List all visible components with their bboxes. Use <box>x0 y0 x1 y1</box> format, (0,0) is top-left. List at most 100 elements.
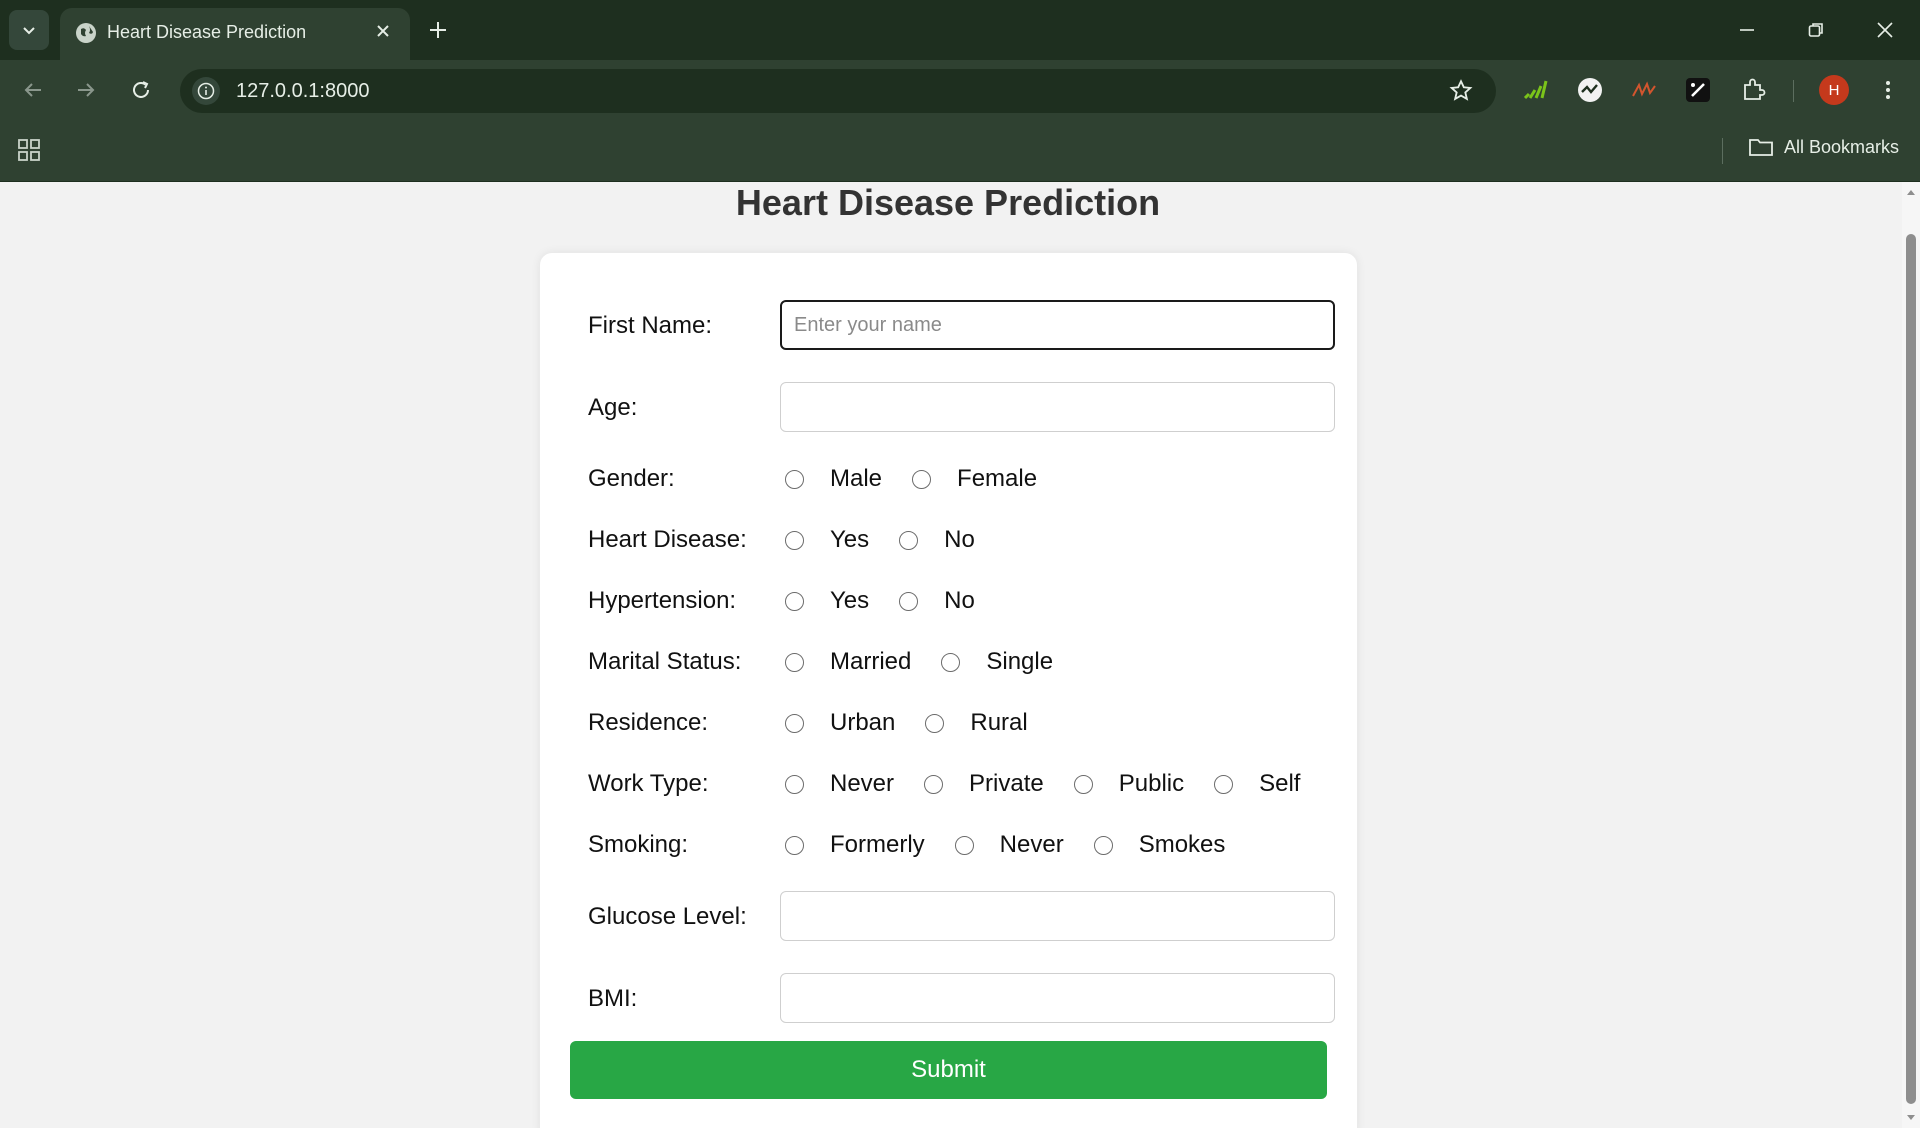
submit-button[interactable]: Submit <box>570 1041 1327 1099</box>
glucose-level-input[interactable] <box>780 891 1335 941</box>
tab-search-button[interactable] <box>9 10 49 50</box>
extension-wave-button[interactable] <box>1628 74 1660 106</box>
extension-chart-button[interactable] <box>1519 74 1551 106</box>
forward-button[interactable] <box>70 74 102 106</box>
toolbar-divider <box>1793 80 1794 102</box>
page-title: Heart Disease Prediction <box>735 182 1161 223</box>
work-private-radio[interactable] <box>924 774 944 794</box>
hypertension-label: Hypertension: <box>588 587 737 614</box>
minimize-icon <box>1740 29 1754 31</box>
profile-avatar[interactable]: H <box>1819 75 1849 105</box>
smoking-smokes-label: Smokes <box>1138 831 1226 858</box>
heart-disease-yes-radio[interactable] <box>785 530 804 550</box>
hypertension-no-label: No <box>944 587 975 614</box>
bookmarks-divider <box>1722 138 1723 164</box>
work-public-label: Public <box>1118 770 1185 797</box>
restore-button[interactable] <box>1794 10 1838 50</box>
hypertension-options: Yes No <box>785 586 1005 616</box>
marital-status-label: Marital Status: <box>588 648 742 675</box>
scroll-thumb[interactable] <box>1906 234 1916 1104</box>
work-private-label: Private <box>969 770 1044 797</box>
work-type-options: Never Private Public Self <box>785 769 1330 799</box>
tab-strip: Heart Disease Prediction <box>0 0 1920 60</box>
marital-married-label: Married <box>830 648 912 675</box>
page-scrollbar[interactable] <box>1902 182 1920 1128</box>
gender-female-label: Female <box>957 465 1038 492</box>
info-icon <box>197 82 215 100</box>
folder-icon <box>1749 139 1773 156</box>
heart-disease-no-label: No <box>944 526 975 553</box>
pen-extension-icon <box>1686 78 1710 102</box>
globe-icon <box>76 23 96 43</box>
smoking-options: Formerly Never Smokes <box>785 830 1255 860</box>
heart-disease-options: Yes No <box>785 525 1005 555</box>
new-tab-button[interactable] <box>424 12 452 48</box>
work-type-label: Work Type: <box>588 770 709 797</box>
work-self-radio[interactable] <box>1214 774 1234 794</box>
first-name-label: First Name: <box>588 312 713 339</box>
residence-urban-radio[interactable] <box>785 713 804 733</box>
gender-male-label: Male <box>830 465 883 492</box>
extensions-button[interactable] <box>1737 74 1769 106</box>
arrow-left-icon <box>24 83 41 97</box>
marital-single-label: Single <box>986 648 1054 675</box>
close-tab-icon[interactable] <box>372 20 394 42</box>
all-bookmarks-label: All Bookmarks <box>1784 136 1900 157</box>
residence-options: Urban Rural <box>785 708 1058 738</box>
work-public-radio[interactable] <box>1073 774 1093 794</box>
prediction-form: First Name: Age: Gender: Male Female Hea… <box>540 253 1357 1128</box>
scroll-up-arrow-icon[interactable] <box>1905 186 1917 198</box>
extension-activity-button[interactable] <box>1574 74 1606 106</box>
marital-single-radio[interactable] <box>941 652 961 672</box>
marital-status-options: Married Single <box>785 647 1083 677</box>
tab-title: Heart Disease Prediction <box>107 22 307 42</box>
residence-rural-label: Rural <box>970 709 1028 736</box>
hypertension-yes-label: Yes <box>830 587 870 614</box>
extension-pen-button[interactable] <box>1682 74 1714 106</box>
reload-button[interactable] <box>125 74 157 106</box>
reload-icon <box>133 81 149 98</box>
more-vertical-icon <box>1886 81 1890 99</box>
wave-extension-icon <box>1632 81 1656 97</box>
age-input[interactable] <box>780 382 1335 432</box>
address-bar[interactable]: 127.0.0.1:8000 <box>180 69 1496 113</box>
age-label: Age: <box>588 394 638 421</box>
url-text[interactable]: 127.0.0.1:8000 <box>236 80 369 103</box>
star-icon[interactable] <box>1448 78 1474 104</box>
hypertension-no-radio[interactable] <box>899 591 919 611</box>
smoking-formerly-radio[interactable] <box>785 835 804 855</box>
puzzle-icon <box>1744 78 1766 100</box>
heart-disease-no-radio[interactable] <box>899 530 919 550</box>
residence-label: Residence: <box>588 709 709 736</box>
smoking-never-radio[interactable] <box>954 835 974 855</box>
gender-options: Male Female <box>785 464 1067 494</box>
smoking-never-label: Never <box>999 831 1064 858</box>
first-name-input[interactable] <box>780 300 1335 350</box>
restore-icon <box>1808 23 1823 37</box>
gender-female-radio[interactable] <box>912 469 932 489</box>
smoking-smokes-radio[interactable] <box>1093 835 1113 855</box>
browser-toolbar: 127.0.0.1:8000 H <box>0 60 1920 120</box>
residence-rural-radio[interactable] <box>925 713 945 733</box>
bmi-input[interactable] <box>780 973 1335 1023</box>
marital-married-radio[interactable] <box>785 652 804 672</box>
work-never-radio[interactable] <box>785 774 804 794</box>
all-bookmarks-button[interactable]: All Bookmarks <box>1748 136 1899 158</box>
close-window-button[interactable] <box>1863 10 1907 50</box>
bookmarks-bar: All Bookmarks <box>0 120 1920 182</box>
browser-tab[interactable]: Heart Disease Prediction <box>60 8 410 60</box>
residence-urban-label: Urban <box>830 709 896 736</box>
scroll-down-arrow-icon[interactable] <box>1905 1112 1917 1124</box>
browser-menu-button[interactable] <box>1872 74 1904 106</box>
hypertension-yes-radio[interactable] <box>785 591 804 611</box>
bar-chart-extension-icon <box>1523 80 1548 100</box>
minimize-button[interactable] <box>1725 10 1769 50</box>
smoking-label: Smoking: <box>588 831 689 858</box>
site-info-button[interactable] <box>192 77 220 105</box>
activity-extension-icon <box>1578 78 1602 102</box>
close-icon <box>1877 22 1893 38</box>
back-button[interactable] <box>17 74 49 106</box>
heart-disease-yes-label: Yes <box>830 526 870 553</box>
apps-grid-icon[interactable] <box>16 137 42 163</box>
gender-male-radio[interactable] <box>785 469 804 489</box>
